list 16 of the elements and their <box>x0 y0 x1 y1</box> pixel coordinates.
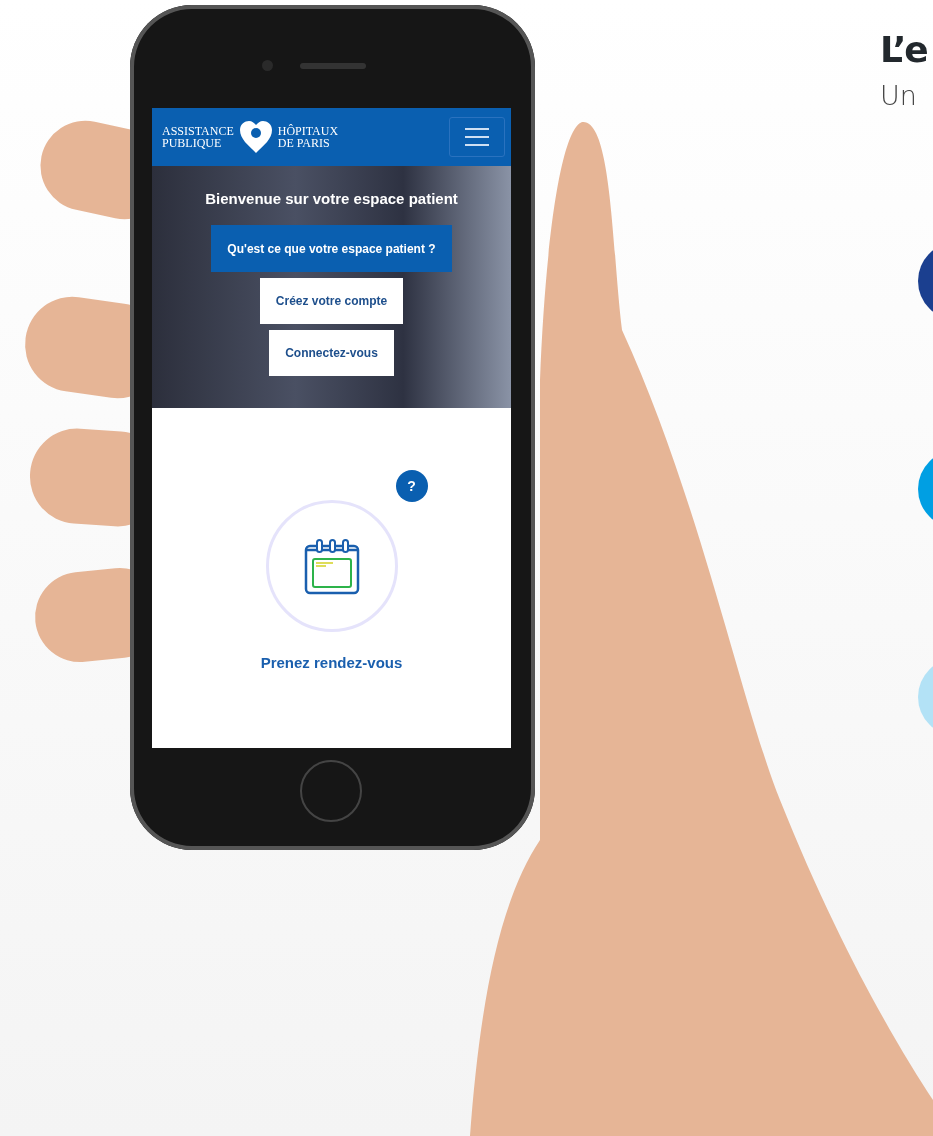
page-title: L’e <box>880 28 928 72</box>
service-circle[interactable] <box>265 500 398 632</box>
logo-text: HÔPITAUX DE PARIS <box>277 125 339 149</box>
hero-title: Bienvenue sur votre espace patient <box>205 190 458 207</box>
menu-button[interactable] <box>449 117 505 157</box>
hero-button[interactable]: Créez votre compte <box>259 278 404 324</box>
logo-text: ASSISTANCE PUBLIQUE <box>162 125 234 149</box>
menu-icon <box>464 127 490 147</box>
hero-button[interactable]: Qu'est ce que votre espace patient ? <box>211 225 452 272</box>
service-link[interactable]: Prenez rendez-vous <box>260 654 403 671</box>
help-badge[interactable]: ? <box>395 470 428 502</box>
calendar-icon <box>302 537 361 595</box>
heart-logo-icon <box>237 119 274 155</box>
speaker-icon <box>300 63 366 69</box>
hero-button[interactable]: Connectez-vous <box>269 330 394 376</box>
page-subtitle: Un <box>880 80 918 112</box>
